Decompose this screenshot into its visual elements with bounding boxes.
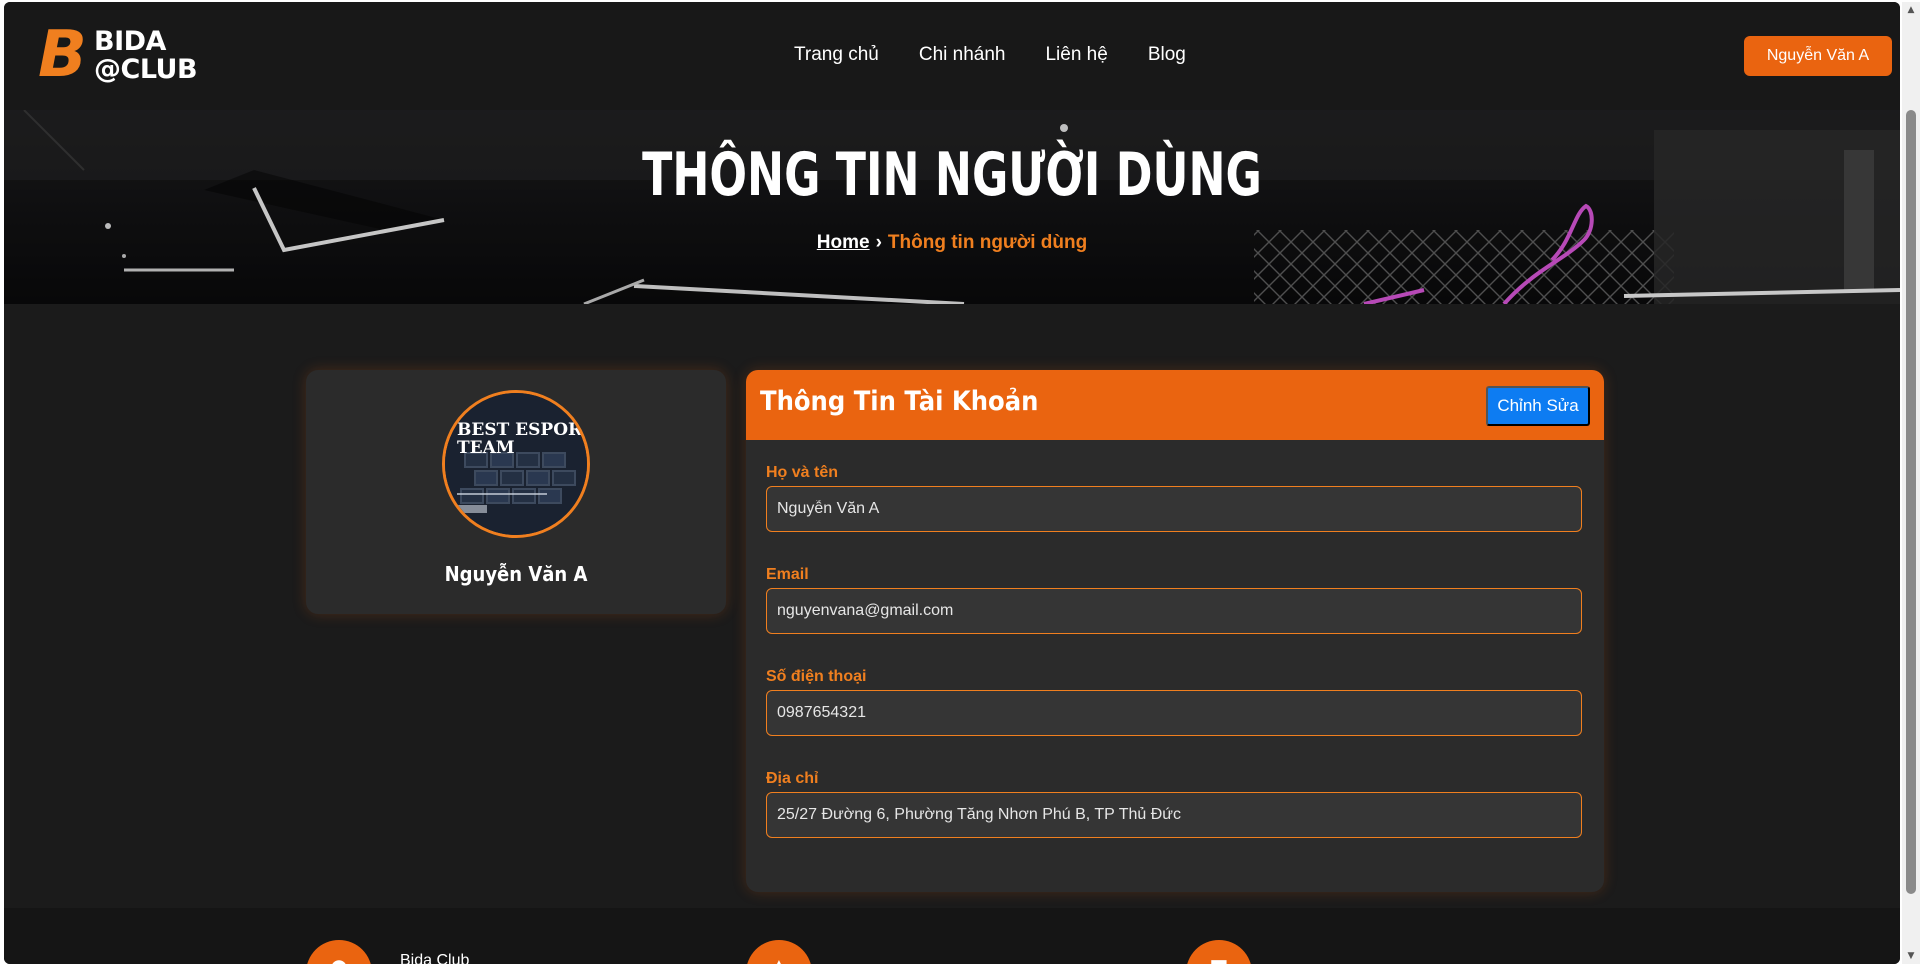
scrollbar-thumb[interactable]	[1906, 110, 1916, 894]
full-name-label: Họ và tên	[766, 464, 839, 481]
breadcrumb-home-link[interactable]: Home	[817, 232, 870, 253]
email-input[interactable]	[766, 588, 1582, 634]
user-menu-button[interactable]: Nguyễn Văn A	[1744, 36, 1892, 76]
account-info-card: Thông Tin Tài Khoản Chỉnh Sửa Họ và tên …	[746, 370, 1604, 892]
scroll-down-arrow-icon[interactable]: ▼	[1902, 948, 1920, 964]
logo-line-2: @CLUB	[94, 54, 198, 85]
edit-button[interactable]: Chỉnh Sửa	[1486, 386, 1590, 426]
account-card-title: Thông Tin Tài Khoản	[760, 386, 1039, 417]
footer-club-name: Bida Club	[400, 952, 470, 964]
email-label: Email	[766, 566, 809, 583]
phone-field-group: Số điện thoại	[766, 668, 1582, 736]
breadcrumb-current: Thông tin người dùng	[887, 232, 1088, 253]
profile-name: Nguyễn Văn A	[444, 562, 588, 586]
profile-card: BEST ESPORT TEAM Nguyễn Văn A	[306, 370, 726, 614]
full-name-input[interactable]	[766, 486, 1582, 532]
avatar[interactable]: BEST ESPORT TEAM	[442, 390, 590, 538]
full-name-field-group: Họ và tên	[766, 464, 1582, 532]
avatar-image	[445, 393, 587, 535]
account-card-header: Thông Tin Tài Khoản Chỉnh Sửa	[746, 370, 1604, 440]
logo-text: BIDA @CLUB	[94, 26, 198, 85]
email-field-group: Email	[766, 566, 1582, 634]
phone-label: Số điện thoại	[766, 668, 867, 685]
nav-item-contact[interactable]: Liên hệ	[1045, 44, 1107, 66]
main-nav: Trang chủ Chi nhánh Liên hệ Blog	[794, 44, 1186, 66]
address-field-group: Địa chỉ	[766, 770, 1582, 838]
nav-item-home[interactable]: Trang chủ	[794, 44, 879, 66]
nav-item-blog[interactable]: Blog	[1148, 44, 1186, 66]
browser-viewport: B BIDA @CLUB Trang chủ Chi nhánh Liên hệ…	[4, 2, 1900, 964]
site-header: B BIDA @CLUB Trang chủ Chi nhánh Liên hệ…	[4, 2, 1900, 110]
address-input[interactable]	[766, 792, 1582, 838]
location-icon: ●	[306, 940, 372, 964]
page-title: THÔNG TIN NGƯỜI DÙNG	[642, 140, 1262, 210]
avatar-caption: BEST ESPORT TEAM	[457, 420, 590, 458]
site-footer: ● Bida Club ▲ ■	[4, 908, 1900, 964]
phone-icon: ▲	[746, 940, 812, 964]
nav-item-branches[interactable]: Chi nhánh	[919, 44, 1006, 66]
avatar-caption-line-2: TEAM	[457, 438, 515, 458]
page-banner: THÔNG TIN NGƯỜI DÙNG Home › Thông tin ngườ…	[4, 110, 1900, 304]
mail-icon: ■	[1186, 940, 1252, 964]
page-scrollbar[interactable]: ▲ ▼	[1902, 2, 1920, 964]
scroll-up-arrow-icon[interactable]: ▲	[1902, 2, 1920, 18]
breadcrumb: Home › Thông tin người dùng	[4, 232, 1900, 254]
address-label: Địa chỉ	[766, 770, 819, 787]
phone-input[interactable]	[766, 690, 1582, 736]
avatar-caption-line-1: BEST ESPORT	[457, 420, 590, 440]
site-logo[interactable]: B BIDA @CLUB	[38, 20, 208, 90]
logo-line-1: BIDA	[94, 26, 166, 57]
breadcrumb-separator: ›	[875, 232, 882, 253]
logo-mark: B	[38, 18, 87, 92]
